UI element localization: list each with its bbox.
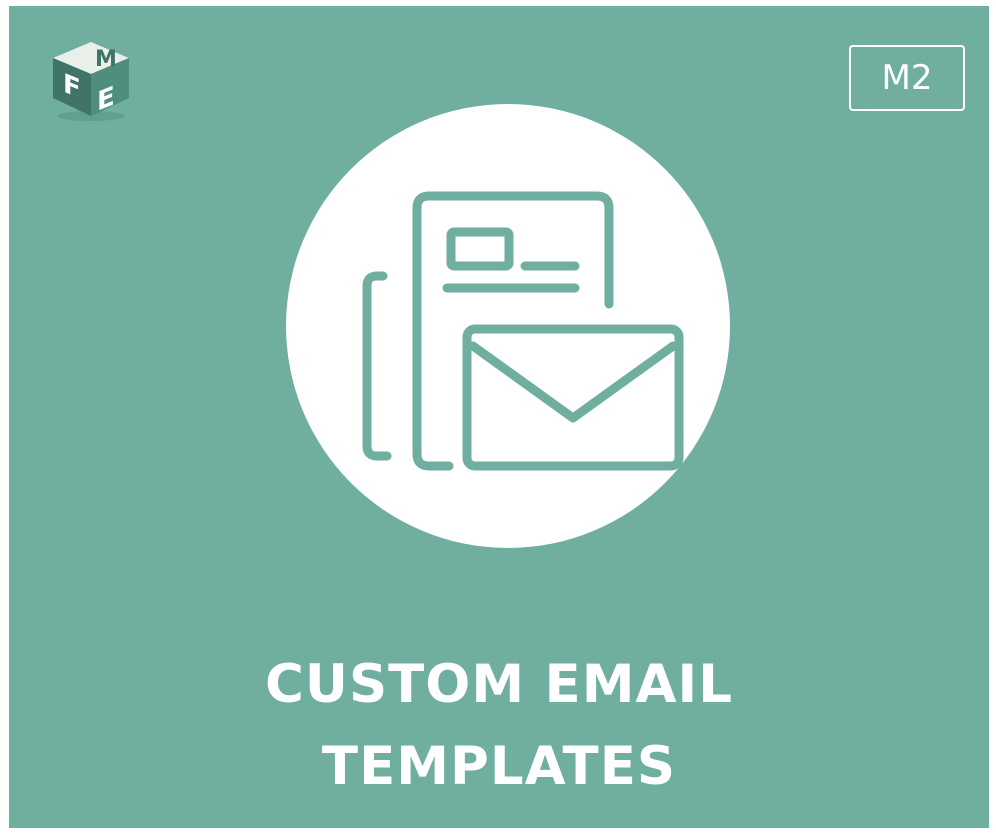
svg-text:M: M	[95, 47, 117, 72]
title-line-1: CUSTOM EMAIL	[265, 654, 733, 715]
fme-logo-icon: F M E	[45, 36, 137, 124]
title-line-2: TEMPLATES	[321, 736, 677, 797]
email-template-icon	[349, 186, 689, 476]
product-title: CUSTOM EMAIL TEMPLATES	[9, 644, 989, 808]
version-badge: M2	[849, 45, 965, 111]
product-banner: F M E M2 CUSTOM EMAIL TEMPLATES	[9, 6, 989, 828]
